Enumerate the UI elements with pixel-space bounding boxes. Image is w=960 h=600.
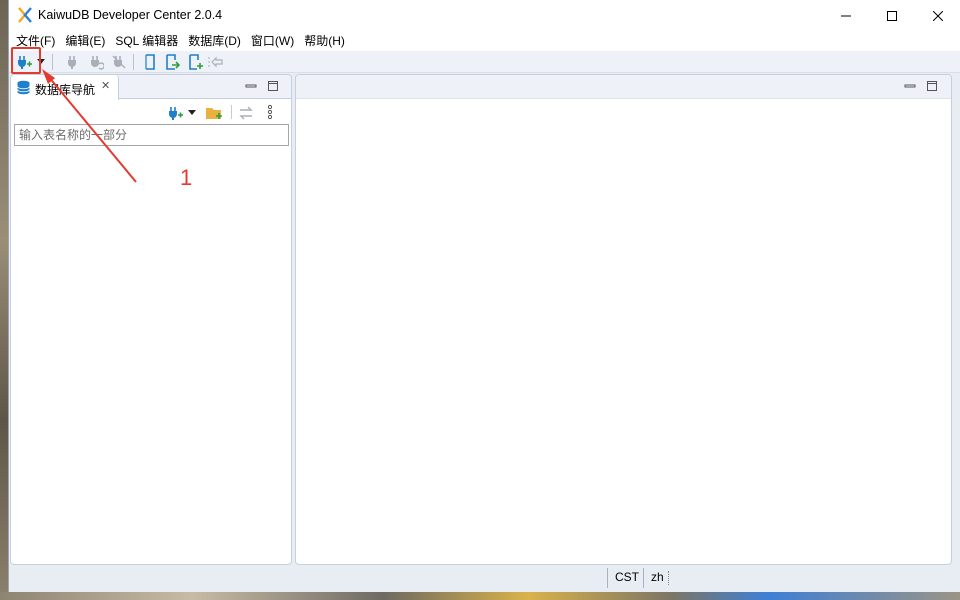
kaiwudb-logo-icon xyxy=(18,7,32,23)
desktop-background-left xyxy=(0,0,8,600)
navigator-tab-label: 数据库导航 xyxy=(35,83,96,97)
invalidate-icon xyxy=(112,55,126,69)
menu-database[interactable]: 数据库(D) xyxy=(184,31,245,51)
new-sql-script-button[interactable] xyxy=(186,53,206,71)
minimize-icon xyxy=(841,15,851,16)
commit-mode-icon xyxy=(208,56,223,68)
minimize-panel-icon[interactable] xyxy=(904,80,916,92)
close-button[interactable] xyxy=(915,0,960,31)
open-sql-script-button[interactable] xyxy=(163,53,183,71)
toolbar-separator xyxy=(52,54,53,70)
invalidate-button[interactable] xyxy=(109,53,129,71)
disconnect-button[interactable] xyxy=(86,53,106,71)
editor-area xyxy=(295,74,952,565)
toolbar-separator xyxy=(133,54,134,70)
connect-button[interactable] xyxy=(62,53,82,71)
status-timezone: CST xyxy=(615,570,639,584)
tab-database-navigator[interactable]: 数据库导航 ✕ xyxy=(11,75,119,100)
open-sql-script-icon xyxy=(166,54,181,70)
database-navigator-panel: 数据库导航 ✕ xyxy=(10,74,292,565)
navigator-tab-bar: 数据库导航 ✕ xyxy=(11,75,291,100)
database-icon xyxy=(17,80,30,95)
new-folder-icon[interactable] xyxy=(205,105,223,121)
sql-editor-icon xyxy=(145,54,155,70)
sql-editor-button[interactable] xyxy=(140,53,160,71)
menu-bar: 文件(F) 编辑(E) SQL 编辑器 数据库(D) 窗口(W) 帮助(H) xyxy=(9,31,960,51)
more-options-icon[interactable] xyxy=(267,104,273,120)
status-drag-handle[interactable] xyxy=(668,571,669,585)
menu-window[interactable]: 窗口(W) xyxy=(247,31,298,51)
minimize-button[interactable] xyxy=(823,0,869,31)
annotation-label: 1 xyxy=(180,165,193,190)
status-bar: CST zh xyxy=(9,566,960,592)
annotation-highlight-box xyxy=(11,47,41,74)
window-title: KaiwuDB Developer Center 2.0.4 xyxy=(38,8,223,22)
new-connection-icon[interactable] xyxy=(167,105,183,121)
desktop-taskbar-strip xyxy=(0,592,960,600)
commit-mode-button[interactable] xyxy=(206,53,226,71)
maximize-panel-icon[interactable] xyxy=(267,80,279,92)
minimize-panel-icon[interactable] xyxy=(245,80,257,92)
close-icon xyxy=(933,10,943,21)
status-locale: zh xyxy=(651,570,664,584)
editor-tab-bar xyxy=(296,75,951,99)
menu-edit[interactable]: 编辑(E) xyxy=(61,31,109,51)
main-toolbar xyxy=(9,51,960,73)
disconnect-icon xyxy=(91,56,104,70)
status-separator xyxy=(607,568,608,588)
dropdown-arrow-icon[interactable] xyxy=(188,110,196,116)
status-separator xyxy=(643,568,644,588)
title-bar: KaiwuDB Developer Center 2.0.4 xyxy=(9,0,960,31)
menu-help[interactable]: 帮助(H) xyxy=(300,31,349,51)
maximize-panel-icon[interactable] xyxy=(926,80,938,92)
toolbar-separator xyxy=(231,105,232,119)
menu-sql-editor[interactable]: SQL 编辑器 xyxy=(111,31,182,51)
new-sql-script-icon xyxy=(189,54,203,70)
maximize-icon xyxy=(887,10,897,21)
app-window: KaiwuDB Developer Center 2.0.4 文件(F) 编辑(… xyxy=(8,0,960,592)
table-search-input[interactable] xyxy=(14,124,289,146)
maximize-button[interactable] xyxy=(869,0,915,31)
navigator-toolbar xyxy=(11,100,291,122)
tab-close-icon[interactable]: ✕ xyxy=(101,79,110,92)
connect-icon xyxy=(68,56,76,69)
link-with-editor-icon[interactable] xyxy=(238,105,254,121)
